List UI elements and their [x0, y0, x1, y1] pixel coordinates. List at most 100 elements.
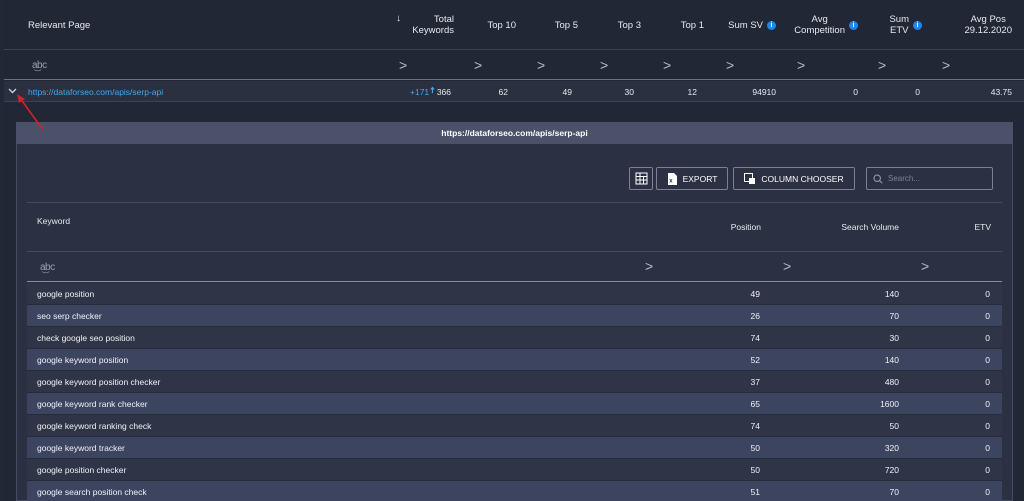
header-top5-label: Top 5: [554, 19, 578, 31]
cell-search-volume: 30: [889, 333, 899, 343]
cell-position: 51: [750, 487, 760, 497]
header-top5[interactable]: Top 5: [530, 0, 578, 50]
cell-keyword: google search position check: [37, 487, 147, 497]
cell-position: 74: [750, 333, 760, 343]
filter-operator-top10[interactable]: >: [474, 57, 482, 73]
grid-layout-button[interactable]: [629, 167, 653, 190]
filter-operator-avg-competition[interactable]: >: [797, 57, 805, 73]
column-chooser-icon: [744, 173, 756, 184]
table-row[interactable]: check google seo position 74 30 0: [27, 327, 1002, 349]
column-chooser-label: COLUMN CHOOSER: [761, 173, 844, 184]
cell-keyword: google keyword position: [37, 355, 129, 365]
header-search-volume[interactable]: Search Volume: [800, 203, 899, 251]
header-avg-pos-label: Avg Pos 29.12.2020: [964, 14, 1012, 36]
cell-position: 52: [750, 355, 760, 365]
cell-search-volume: 140: [884, 355, 899, 365]
table-row[interactable]: google keyword rank checker 65 1600 0: [27, 393, 1002, 415]
info-icon[interactable]: i: [849, 20, 858, 30]
header-total-keywords[interactable]: Total Keywords: [404, 0, 454, 50]
header-sum-sv[interactable]: Sum SV i: [716, 0, 776, 50]
cell-position: 74: [750, 421, 760, 431]
cell-position: 37: [750, 377, 760, 387]
cell-position: 26: [750, 311, 760, 321]
column-chooser-button[interactable]: COLUMN CHOOSER: [733, 167, 855, 190]
cell-top5: 49: [562, 86, 572, 97]
table-row[interactable]: google position checker 50 720 0: [27, 459, 1002, 481]
search-placeholder: Search...: [888, 174, 921, 183]
relevant-page-url[interactable]: https://dataforseo.com/apis/serp-api: [28, 87, 163, 97]
header-keyword-label: Keyword: [37, 216, 71, 226]
header-top10[interactable]: Top 10: [470, 0, 516, 50]
header-avg-pos[interactable]: Avg Pos 29.12.2020: [940, 0, 1012, 50]
header-top3-label: Top 3: [617, 19, 641, 31]
table-row[interactable]: google keyword tracker 50 320 0: [27, 437, 1002, 459]
cell-top10: 62: [498, 86, 508, 97]
export-label: EXPORT: [682, 173, 718, 184]
info-icon[interactable]: i: [913, 20, 922, 30]
header-relevant-page-label: Relevant Page: [28, 19, 91, 31]
export-button[interactable]: x EXPORT: [656, 167, 728, 190]
cell-etv: 0: [985, 311, 990, 321]
sort-descending-icon[interactable]: ↓: [396, 13, 401, 24]
cell-keyword: seo serp checker: [37, 311, 102, 321]
relevant-page-link[interactable]: https://dataforseo.com/apis/serp-api: [28, 81, 228, 102]
cell-avg-pos: 43.75: [990, 86, 1012, 97]
cell-etv: 0: [985, 377, 990, 387]
header-keyword[interactable]: Keyword: [37, 197, 70, 245]
cell-position: 50: [750, 443, 760, 453]
text-filter-icon[interactable]: a͜bc: [40, 262, 55, 273]
header-position[interactable]: Position: [680, 203, 761, 251]
cell-etv: 0: [985, 421, 990, 431]
header-top1[interactable]: Top 1: [656, 0, 704, 50]
header-top3[interactable]: Top 3: [594, 0, 641, 50]
outer-filter-row: [4, 50, 1024, 80]
total-keywords-value: 366: [436, 86, 451, 97]
filter-operator-position[interactable]: >: [645, 258, 653, 274]
table-row[interactable]: google position 49 140 0: [27, 283, 1002, 305]
filter-operator-search-volume[interactable]: >: [783, 258, 791, 274]
table-row[interactable]: google keyword ranking check 74 50 0: [27, 415, 1002, 437]
filter-operator-etv[interactable]: >: [921, 258, 929, 274]
cell-keyword: google keyword ranking check: [37, 421, 152, 431]
filter-operator-total-keywords[interactable]: >: [399, 57, 407, 73]
cell-search-volume: 50: [889, 421, 899, 431]
cell-search-volume: 70: [889, 487, 899, 497]
table-row[interactable]: seo serp checker 26 70 0: [27, 305, 1002, 327]
header-sum-etv-label: Sum ETV: [889, 14, 909, 36]
header-top10-label: Top 10: [487, 19, 516, 31]
cell-etv: 0: [985, 443, 990, 453]
info-icon[interactable]: i: [767, 20, 776, 30]
filter-operator-top1[interactable]: >: [663, 57, 671, 73]
cell-search-volume: 320: [884, 443, 899, 453]
cell-search-volume: 140: [884, 289, 899, 299]
text-filter-icon[interactable]: a͜bc: [32, 60, 47, 71]
arrow-up-icon: 🠅: [430, 84, 435, 95]
header-avg-competition[interactable]: Avg Competition i: [780, 0, 858, 50]
cell-etv: 0: [985, 487, 990, 497]
filter-operator-sum-etv[interactable]: >: [878, 57, 886, 73]
grid-icon: [635, 172, 647, 185]
table-row[interactable]: google keyword position 52 140 0: [27, 349, 1002, 371]
search-input[interactable]: Search...: [866, 167, 993, 190]
excel-export-icon: x: [667, 172, 677, 185]
header-relevant-page[interactable]: Relevant Page: [28, 0, 148, 50]
cell-keyword: google keyword rank checker: [37, 399, 148, 409]
cell-avg-competition: 0: [853, 86, 858, 97]
header-search-volume-label: Search Volume: [841, 222, 899, 232]
table-row[interactable]: google keyword position checker 37 480 0: [27, 371, 1002, 393]
cell-search-volume: 720: [884, 465, 899, 475]
detail-title-text: https://dataforseo.com/apis/serp-api: [441, 128, 588, 138]
header-etv-label: ETV: [974, 222, 991, 232]
cell-keyword: google keyword position checker: [37, 377, 161, 387]
filter-operator-top3[interactable]: >: [600, 57, 608, 73]
red-arrow-annotation: [17, 94, 44, 131]
cell-top3: 30: [624, 86, 634, 97]
header-etv[interactable]: ETV: [940, 203, 991, 251]
cell-position: 49: [750, 289, 760, 299]
table-row[interactable]: google search position check 51 70 0: [27, 481, 1002, 501]
header-sum-etv[interactable]: Sum ETV i: [870, 0, 922, 50]
cell-search-volume: 480: [884, 377, 899, 387]
filter-operator-avg-pos[interactable]: >: [942, 57, 950, 73]
filter-operator-sum-sv[interactable]: >: [726, 57, 734, 73]
filter-operator-top5[interactable]: >: [537, 57, 545, 73]
